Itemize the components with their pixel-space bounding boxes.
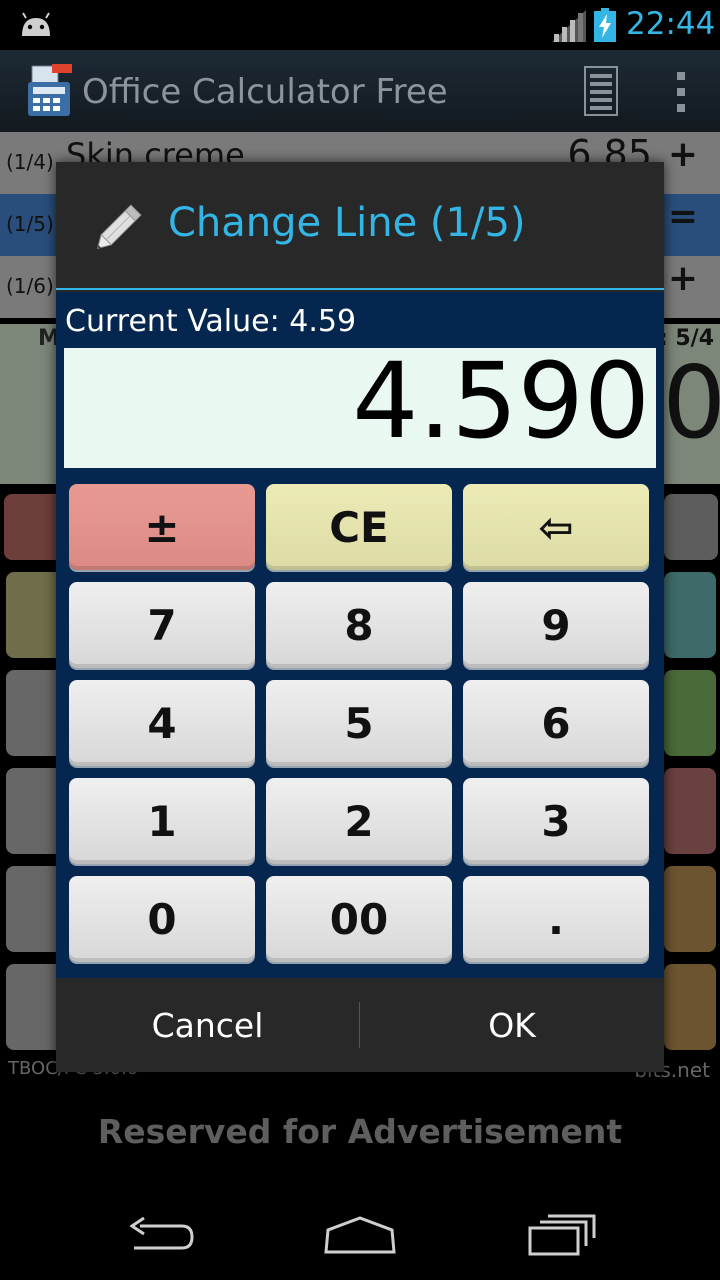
ad-placeholder: Reserved for Advertisement	[97, 1112, 623, 1151]
digit-9-button[interactable]: 9	[463, 582, 649, 668]
overflow-menu-icon[interactable]	[674, 70, 688, 114]
recents-icon[interactable]	[520, 1208, 600, 1262]
tape-icon[interactable]	[584, 66, 618, 116]
digit-0-button[interactable]: 0	[69, 876, 255, 962]
background-value: 0	[662, 344, 720, 461]
home-icon[interactable]	[320, 1208, 400, 1262]
dialog-body: Current Value: 4.59 4.590 ± CE ⇦ 7 8 9 4 5 6 1 2 3 0…	[56, 292, 664, 978]
clock: 22:44	[626, 6, 716, 42]
dialog-header: Change Line (1/5)	[56, 162, 664, 290]
current-value-label: Current Value: 4.59	[65, 304, 357, 339]
android-icon	[22, 12, 50, 36]
app-title: Office Calculator Free	[82, 72, 448, 112]
background-key	[4, 494, 64, 560]
background-key	[664, 572, 716, 658]
digit-4-button[interactable]: 4	[69, 680, 255, 766]
cancel-button[interactable]: Cancel	[56, 978, 359, 1072]
digit-3-button[interactable]: 3	[463, 778, 649, 864]
digit-1-button[interactable]: 1	[69, 778, 255, 864]
clear-entry-button[interactable]: CE	[266, 484, 452, 570]
digit-8-button[interactable]: 8	[266, 582, 452, 668]
background-key	[664, 866, 716, 952]
digit-5-button[interactable]: 5	[266, 680, 452, 766]
digit-2-button[interactable]: 2	[266, 778, 452, 864]
background-key	[664, 670, 716, 756]
backspace-button[interactable]: ⇦	[463, 484, 649, 570]
background-key	[664, 768, 716, 854]
digit-7-button[interactable]: 7	[69, 582, 255, 668]
sign-toggle-button[interactable]: ±	[69, 484, 255, 570]
line-operator: +	[667, 258, 698, 299]
action-bar: Office Calculator Free	[0, 50, 720, 132]
value-display: 4.590	[64, 348, 656, 468]
digit-6-button[interactable]: 6	[463, 680, 649, 766]
background-key	[664, 964, 716, 1050]
app-icon	[28, 64, 72, 116]
status-bar: 22:44	[0, 0, 720, 50]
battery-charging-icon	[594, 8, 616, 42]
dialog-title: Change Line (1/5)	[168, 200, 526, 246]
line-operator: +	[667, 134, 698, 175]
screen: 22:44 Office Calculator Free (1/4) Skin …	[0, 0, 720, 1280]
signal-icon	[552, 10, 586, 42]
pencil-icon	[96, 204, 142, 250]
display-value: 4.590	[352, 348, 650, 462]
dialog-footer: Cancel OK	[56, 978, 664, 1072]
navigation-bar	[0, 1190, 720, 1280]
change-line-dialog: Change Line (1/5) Current Value: 4.59 4.…	[56, 162, 664, 1072]
double-zero-button[interactable]: 00	[266, 876, 452, 962]
ok-button[interactable]: OK	[360, 978, 664, 1072]
line-index: (1/5)	[6, 212, 54, 236]
line-index: (1/4)	[6, 150, 54, 174]
line-index: (1/6)	[6, 274, 54, 298]
background-key	[664, 494, 718, 560]
back-icon[interactable]	[120, 1208, 200, 1262]
line-operator: =	[667, 196, 698, 237]
decimal-point-button[interactable]: .	[463, 876, 649, 962]
